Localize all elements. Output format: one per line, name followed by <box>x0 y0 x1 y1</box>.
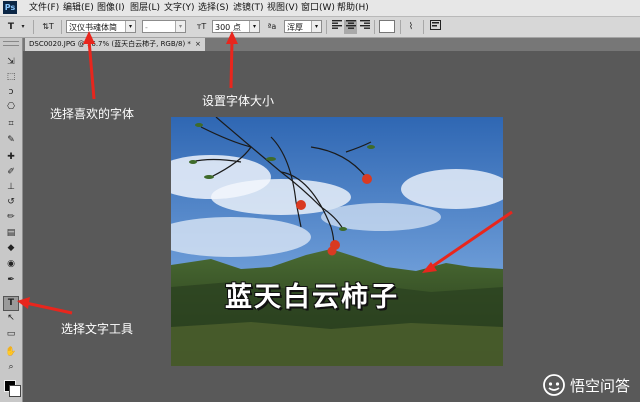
annotation-arrows <box>17 31 513 315</box>
arrow-to-type-tool <box>25 301 73 315</box>
arrow-to-font-select <box>87 39 96 100</box>
watermark-text: 悟空问答 <box>569 376 630 395</box>
arrow-to-size-select <box>229 39 234 89</box>
arrow-to-canvas-text <box>429 210 513 270</box>
wukong-logo-icon <box>543 374 565 396</box>
arrowhead <box>83 31 95 44</box>
watermark: 悟空问答 <box>543 374 630 396</box>
arrowhead <box>226 31 238 44</box>
arrowhead <box>17 297 30 309</box>
